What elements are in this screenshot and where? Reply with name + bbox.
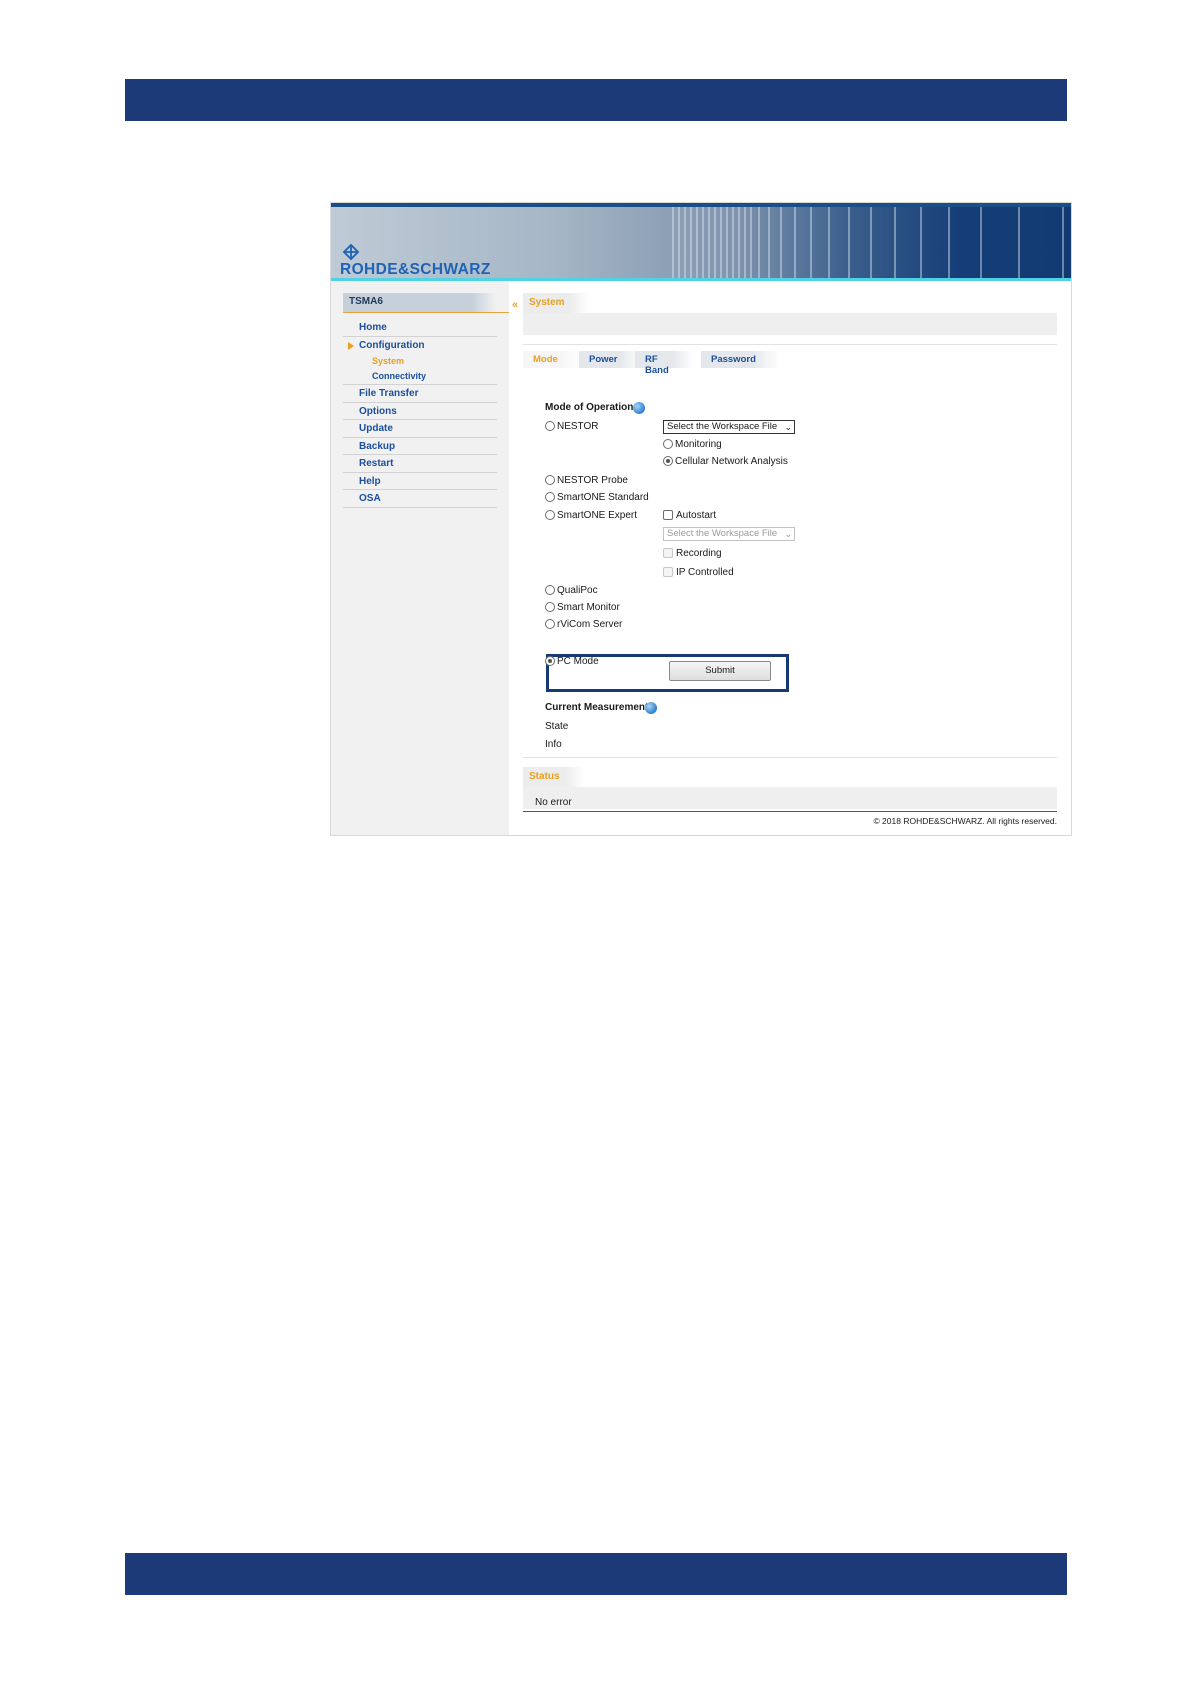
sidebar-item-restart[interactable]: Restart (343, 455, 497, 473)
page-header-band (125, 79, 1067, 121)
radio-selected-icon (663, 456, 673, 466)
option-label: QualiPoc (557, 585, 598, 596)
radio-icon (545, 602, 555, 612)
expanded-caret-icon (348, 341, 354, 350)
select-value: Select the Workspace File (667, 421, 778, 432)
section-title-bar (523, 313, 1057, 335)
radio-icon (545, 585, 555, 595)
mode-radio-rvicom-server[interactable]: rViCom Server (545, 618, 622, 631)
tab-password[interactable]: Password (701, 351, 780, 368)
sidebar-item-help[interactable]: Help (343, 473, 497, 490)
option-label: Smart Monitor (557, 602, 620, 613)
footer-rule (523, 811, 1057, 812)
option-label: NESTOR Probe (557, 475, 628, 486)
mode-radio-smart-monitor[interactable]: Smart Monitor (545, 601, 620, 614)
tab-rf-band[interactable]: RF Band (635, 351, 693, 376)
sidebar-subitem-system[interactable]: System (343, 354, 497, 369)
option-label: Recording (676, 548, 722, 559)
radio-icon (545, 619, 555, 629)
option-label: Monitoring (675, 439, 722, 450)
sidebar-nav: Home Configuration System Connectivity F… (343, 319, 497, 508)
recording-checkbox[interactable]: Recording (663, 547, 722, 560)
status-title: Status (523, 767, 584, 787)
nestor-workspace-select[interactable]: Select the Workspace File ⌄ (663, 420, 795, 434)
radio-icon (545, 421, 555, 431)
chevron-down-icon: ⌄ (784, 529, 792, 539)
status-bar (523, 787, 1057, 809)
mode-radio-pc-mode[interactable]: PC Mode (545, 655, 599, 668)
tab-power[interactable]: Power (579, 351, 642, 368)
radio-monitoring[interactable]: Monitoring (663, 438, 722, 451)
web-ui-screenshot: ROHDE&SCHWARZ TSMA6 Home Configuration S… (330, 202, 1072, 836)
radio-selected-icon (545, 656, 555, 666)
sidebar-item-home[interactable]: Home (343, 319, 497, 337)
logo-wordmark: ROHDE&SCHWARZ (340, 261, 491, 278)
tabs-divider (523, 344, 1057, 345)
radio-icon (545, 475, 555, 485)
sidebar-subitem-connectivity[interactable]: Connectivity (343, 369, 497, 385)
radio-icon (545, 510, 555, 520)
option-label: rViCom Server (557, 619, 623, 630)
checkbox-icon (663, 548, 673, 558)
status-divider (523, 757, 1057, 758)
header-banner: ROHDE&SCHWARZ (331, 203, 1071, 281)
status-message: No error (535, 797, 572, 808)
rs-diamond-icon (342, 243, 360, 261)
option-label: Cellular Network Analysis (675, 456, 788, 467)
current-measurement-heading: Current Measurement (545, 702, 649, 713)
mode-radio-qualipoc[interactable]: QualiPoc (545, 584, 598, 597)
option-label: NESTOR (557, 421, 599, 432)
mode-info-icon[interactable] (633, 402, 645, 414)
mode-radio-smartone-expert[interactable]: SmartONE Expert (545, 509, 637, 522)
banner-stripes (672, 207, 1064, 278)
option-label: SmartONE Standard (557, 492, 649, 503)
ip-controlled-checkbox[interactable]: IP Controlled (663, 566, 734, 579)
option-label: Autostart (676, 510, 717, 521)
state-label: State (545, 721, 569, 732)
collapse-sidebar-icon[interactable]: « (512, 299, 518, 311)
expert-workspace-select[interactable]: Select the Workspace File ⌄ (663, 527, 795, 541)
tab-mode[interactable]: Mode (523, 351, 582, 368)
copyright-text: © 2018 ROHDE&SCHWARZ. All rights reserve… (873, 816, 1057, 826)
section-title: System (523, 293, 589, 313)
option-label: PC Mode (557, 656, 599, 667)
autostart-checkbox[interactable]: Autostart (663, 509, 716, 522)
mode-radio-nestor[interactable]: NESTOR (545, 420, 599, 433)
sidebar-item-options[interactable]: Options (343, 403, 497, 420)
checkbox-icon (663, 510, 673, 520)
sidebar-item-label: Configuration (359, 339, 425, 351)
page-footer-band (125, 1553, 1067, 1595)
sidebar: TSMA6 Home Configuration System Connecti… (331, 281, 509, 835)
radio-icon (545, 492, 555, 502)
sidebar-item-osa[interactable]: OSA (343, 490, 497, 508)
sidebar-item-backup[interactable]: Backup (343, 438, 497, 455)
select-value: Select the Workspace File (667, 528, 778, 539)
option-label: IP Controlled (676, 567, 734, 578)
mode-of-operation-heading: Mode of Operation (545, 402, 634, 413)
checkbox-icon (663, 567, 673, 577)
radio-icon (663, 439, 673, 449)
sidebar-item-update[interactable]: Update (343, 420, 497, 438)
submit-button[interactable]: Submit (669, 661, 771, 681)
sidebar-item-configuration[interactable]: Configuration (343, 337, 497, 355)
option-label: SmartONE Expert (557, 510, 638, 521)
mode-radio-nestor-probe[interactable]: NESTOR Probe (545, 474, 628, 487)
info-label: Info (545, 739, 562, 750)
chevron-down-icon: ⌄ (784, 422, 792, 432)
main-content: « System Mode Power RF Band Password Mod… (509, 281, 1071, 835)
measurement-info-icon[interactable] (645, 702, 657, 714)
radio-cellular-network-analysis[interactable]: Cellular Network Analysis (663, 455, 788, 468)
device-name: TSMA6 (349, 296, 383, 307)
mode-radio-smartone-standard[interactable]: SmartONE Standard (545, 491, 649, 504)
sidebar-header: TSMA6 (343, 293, 509, 313)
sidebar-item-file-transfer[interactable]: File Transfer (343, 385, 497, 403)
